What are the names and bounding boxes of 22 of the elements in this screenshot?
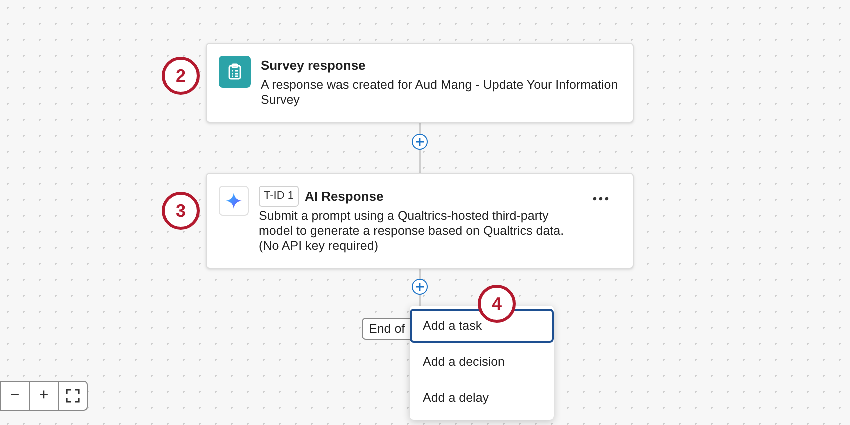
sparkle-icon <box>219 186 249 216</box>
menu-item[interactable]: Add a delay <box>410 381 554 415</box>
card-title: Survey response <box>261 57 366 75</box>
menu-item[interactable]: Add a decision <box>410 345 554 379</box>
more-icon <box>593 197 609 201</box>
zoom-in-button[interactable]: + <box>30 382 59 410</box>
clipboard-icon <box>219 56 251 88</box>
plus-icon <box>415 137 425 147</box>
fullscreen-icon <box>66 389 80 403</box>
workflow-card[interactable]: T-ID 1 AI Response Submit a prompt using a Qualtrics-hosted third-party model to generate a response based on Qualtrics data. (No API key required) <box>206 173 634 268</box>
add-step-button[interactable] <box>412 279 428 295</box>
plus-icon <box>415 282 425 292</box>
step-callout: 4 <box>478 285 516 323</box>
task-id-tag: T-ID 1 <box>259 186 299 206</box>
workflow-card[interactable]: Survey response A response was created for Aud Mang - Update Your Information Survey <box>206 43 634 122</box>
zoom-out-button[interactable]: − <box>1 382 30 410</box>
card-description: A response was created for Aud Mang - Update Your Information Survey <box>261 78 620 108</box>
card-description: Submit a prompt using a Qualtrics-hosted third-party model to generate a response based on Qualtrics data. (No API key required) <box>259 208 566 254</box>
step-callout: 3 <box>162 192 200 230</box>
card-title: AI Response <box>304 188 384 206</box>
add-step-button[interactable] <box>412 134 428 150</box>
step-callout: 2 <box>162 57 200 95</box>
